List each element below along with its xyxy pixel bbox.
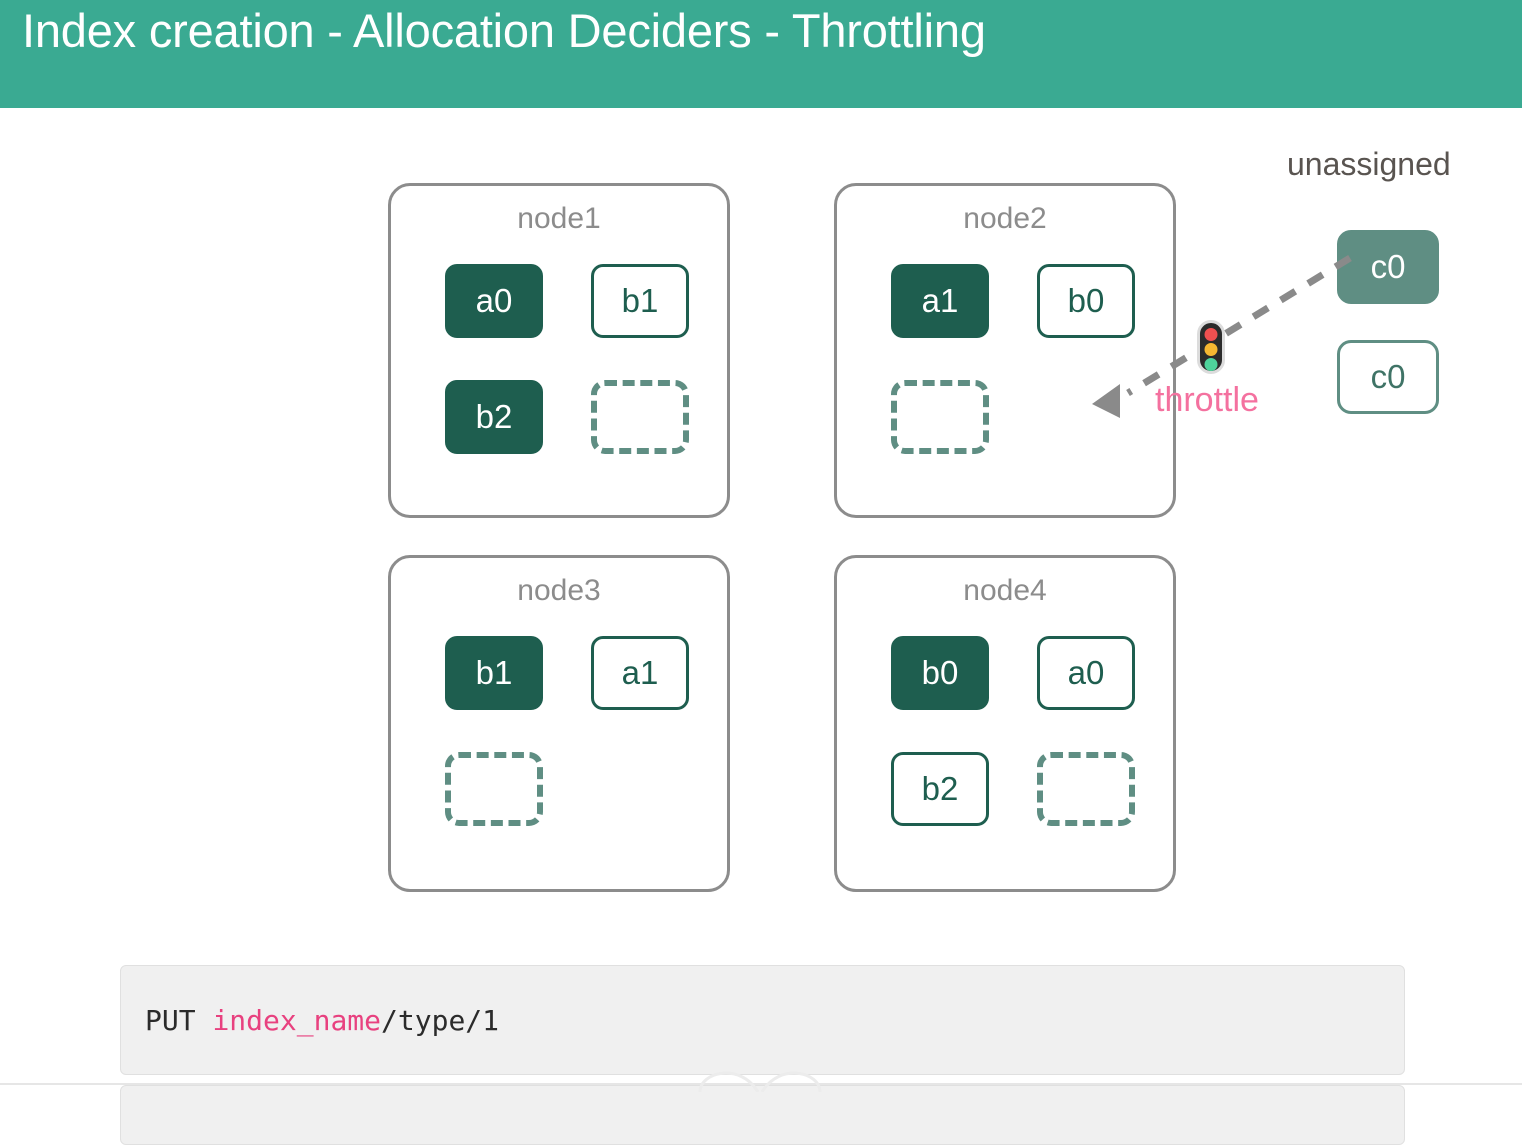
shard-slot-empty-node1: [591, 380, 689, 454]
cluster-diagram: node1 a0 b1 b2 node2 a1 b0 node3 b1 a1 n…: [0, 108, 1522, 948]
shard-node1-b2[interactable]: b2: [445, 380, 543, 454]
shard-node2-a1[interactable]: a1: [891, 264, 989, 338]
node-box-node3[interactable]: node3 b1 a1: [388, 555, 730, 892]
traffic-light-lamp-amber: [1204, 343, 1218, 356]
code-block-request[interactable]: PUT index_name/type/1: [120, 965, 1405, 1075]
node-label-node2: node2: [963, 202, 1047, 235]
traffic-light-lamp-red: [1204, 328, 1218, 341]
code-index-name: index_name: [212, 1004, 382, 1037]
traffic-light-icon: [1193, 320, 1229, 374]
shard-slot-empty-node4: [1037, 752, 1135, 826]
page-title: Index creation - Allocation Deciders - T…: [22, 4, 986, 57]
shard-node1-a0[interactable]: a0: [445, 264, 543, 338]
code-line: PUT index_name/type/1: [145, 1004, 499, 1037]
throttle-label: throttle: [1155, 381, 1259, 419]
shard-area-node4: b0 a0 b2: [891, 636, 1137, 856]
code-block-secondary[interactable]: [120, 1085, 1405, 1145]
node-box-node1[interactable]: node1 a0 b1 b2: [388, 183, 730, 518]
shard-area-node3: b1 a1: [445, 636, 691, 856]
code-path: /type/1: [381, 1004, 500, 1037]
node-label-node1: node1: [517, 202, 601, 235]
traffic-light-body: [1197, 320, 1225, 374]
traffic-light-lamp-green: [1204, 358, 1218, 371]
slide-header-banner: Index creation - Allocation Deciders - T…: [0, 0, 1522, 108]
unassigned-label: unassigned: [1287, 146, 1451, 182]
shard-node4-b0[interactable]: b0: [891, 636, 989, 710]
node-label-node3: node3: [517, 574, 601, 607]
shard-node1-b1[interactable]: b1: [591, 264, 689, 338]
shard-slot-empty-node2: [891, 380, 989, 454]
shard-node4-b2[interactable]: b2: [891, 752, 989, 826]
shard-node3-b1[interactable]: b1: [445, 636, 543, 710]
logo-watermark: [698, 1071, 822, 1092]
shard-node3-a1[interactable]: a1: [591, 636, 689, 710]
shard-area-node1: a0 b1 b2: [445, 264, 691, 484]
shard-slot-empty-node3: [445, 752, 543, 826]
node-label-node4: node4: [963, 574, 1047, 607]
shard-node4-a0[interactable]: a0: [1037, 636, 1135, 710]
node-box-node4[interactable]: node4 b0 a0 b2: [834, 555, 1176, 892]
code-http-method: PUT: [145, 1004, 213, 1037]
